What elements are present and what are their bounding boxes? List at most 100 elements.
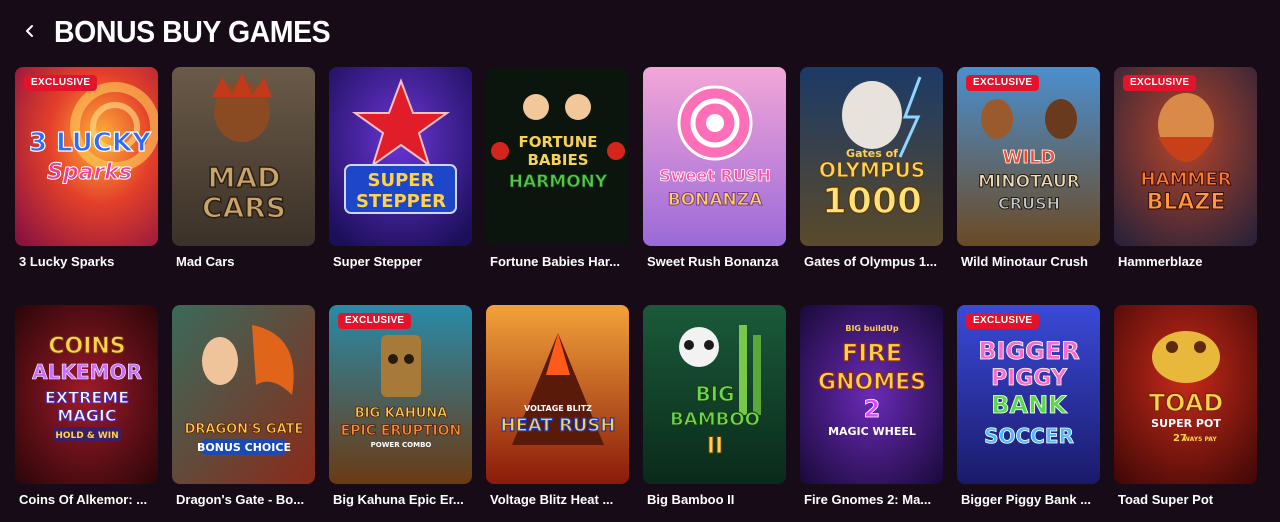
art-text: MINOTAUR <box>978 172 1080 192</box>
page-header: BONUS BUY GAMES <box>0 0 1280 64</box>
game-title[interactable]: Bigger Piggy Bank ... <box>957 492 1096 508</box>
game-tile-voltage-blitz[interactable]: VOLTAGE BLITZ HEAT RUSH Voltage Blitz He… <box>486 305 629 522</box>
game-tile-big-bamboo-ii[interactable]: BIG BAMBOO II Big Bamboo II <box>643 305 786 522</box>
game-thumbnail[interactable]: BIG BAMBOO II <box>643 305 786 484</box>
art-text: GNOMES <box>818 370 926 395</box>
game-tile-super-stepper[interactable]: SUPER STEPPER Super Stepper <box>329 67 472 305</box>
exclusive-badge: EXCLUSIVE <box>1123 75 1197 91</box>
game-thumbnail[interactable]: Gates of OLYMPUS 1000 <box>800 67 943 246</box>
game-thumbnail[interactable]: BIG KAHUNA EPIC ERUPTION POWER COMBO EXC… <box>329 305 472 484</box>
game-title[interactable]: Fire Gnomes 2: Ma... <box>800 492 939 508</box>
game-thumbnail[interactable]: SUPER STEPPER <box>329 67 472 246</box>
game-title[interactable]: Voltage Blitz Heat ... <box>486 492 625 508</box>
game-thumbnail[interactable]: FORTUNE BABIES HARMONY <box>486 67 629 246</box>
art-text: SUPER POT <box>1151 417 1221 430</box>
game-title[interactable]: Dragon's Gate - Bo... <box>172 492 311 508</box>
game-thumbnail[interactable]: 3 LUCKY Sparks EXCLUSIVE <box>15 67 158 246</box>
art-text: MAD <box>208 161 281 194</box>
art-text: BLAZE <box>1147 190 1226 215</box>
back-button[interactable] <box>16 17 44 45</box>
art-text: BIG <box>695 382 734 406</box>
art-text: BONANZA <box>668 190 763 210</box>
art-text: HOLD & WIN <box>55 431 118 441</box>
art-text: COINS <box>48 334 125 359</box>
art-text: MAGIC <box>57 406 116 425</box>
art-text: PIGGY <box>991 366 1068 391</box>
game-tile-fire-gnomes-2[interactable]: BIG buildUp FIRE GNOMES 2 MAGIC WHEEL Fi… <box>800 305 943 522</box>
art-text: EPIC ERUPTION <box>341 423 462 439</box>
art-text: FORTUNE <box>518 133 597 151</box>
art-text: DRAGON'S GATE <box>185 422 304 437</box>
game-thumbnail[interactable]: BIG buildUp FIRE GNOMES 2 MAGIC WHEEL <box>800 305 943 484</box>
game-thumbnail[interactable]: WILD MINOTAUR CRUSH EXCLUSIVE <box>957 67 1100 246</box>
game-thumbnail[interactable]: HAMMER BLAZE EXCLUSIVE <box>1114 67 1257 246</box>
game-tile-big-kahuna[interactable]: BIG KAHUNA EPIC ERUPTION POWER COMBO EXC… <box>329 305 472 522</box>
exclusive-badge: EXCLUSIVE <box>966 313 1040 329</box>
art-text: ALKEMOR <box>32 360 142 384</box>
art-text: BANK <box>991 391 1068 419</box>
art-text: BIG buildUp <box>845 324 899 333</box>
game-tile-dragons-gate[interactable]: DRAGON'S GATE BONUS CHOICE Dragon's Gate… <box>172 305 315 522</box>
art-text: Sparks <box>47 160 132 185</box>
art-text: HARMONY <box>509 172 608 192</box>
art-text: HEAT RUSH <box>501 415 616 436</box>
art-text: SUPER <box>368 170 435 191</box>
game-title[interactable]: Toad Super Pot <box>1114 492 1253 508</box>
game-tile-sweet-rush-bonanza[interactable]: Sweet RUSH BONANZA Sweet Rush Bonanza <box>643 67 786 305</box>
art-text: BIGGER <box>978 337 1080 365</box>
game-title[interactable]: Wild Minotaur Crush <box>957 254 1096 270</box>
art-text: 1000 <box>822 181 922 222</box>
art-text: TOAD <box>1149 389 1224 417</box>
art-text: BIG KAHUNA <box>355 406 447 421</box>
game-title[interactable]: Sweet Rush Bonanza <box>643 254 782 270</box>
art-text: STEPPER <box>356 191 446 212</box>
game-tile-wild-minotaur-crush[interactable]: WILD MINOTAUR CRUSH EXCLUSIVE Wild Minot… <box>957 67 1100 305</box>
art-text: POWER COMBO <box>371 441 432 449</box>
game-title[interactable]: Hammerblaze <box>1114 254 1253 270</box>
art-text: BABIES <box>527 151 588 169</box>
game-title[interactable]: Coins Of Alkemor: ... <box>15 492 154 508</box>
art-text: 2 <box>864 395 881 423</box>
art-text: SOCCER <box>984 424 1074 448</box>
game-title[interactable]: Super Stepper <box>329 254 468 270</box>
art-text: FIRE <box>842 339 902 367</box>
game-title[interactable]: 3 Lucky Sparks <box>15 254 154 270</box>
game-thumbnail[interactable]: TOAD SUPER POT 27 WAYS PAY <box>1114 305 1257 484</box>
game-title[interactable]: Fortune Babies Har... <box>486 254 625 270</box>
art-text: WAYS PAY <box>1183 436 1217 443</box>
exclusive-badge: EXCLUSIVE <box>966 75 1040 91</box>
game-title[interactable]: Big Bamboo II <box>643 492 782 508</box>
art-text: Sweet RUSH <box>659 166 770 185</box>
art-title: 3 LUCKY <box>29 128 152 158</box>
art-text: II <box>707 434 723 459</box>
art-text: CRUSH <box>998 194 1060 213</box>
chevron-left-icon <box>26 25 33 37</box>
game-tile-mad-cars[interactable]: MAD CARS Mad Cars <box>172 67 315 305</box>
exclusive-badge: EXCLUSIVE <box>338 313 412 329</box>
game-title[interactable]: Mad Cars <box>172 254 311 270</box>
game-tile-toad-super-pot[interactable]: TOAD SUPER POT 27 WAYS PAY Toad Super Po… <box>1114 305 1257 522</box>
bonus-buy-page: BONUS BUY GAMES 3 LUCKY Sparks EXCLUSIVE… <box>0 0 1280 522</box>
game-title[interactable]: Big Kahuna Epic Er... <box>329 492 468 508</box>
game-thumbnail[interactable]: MAD CARS <box>172 67 315 246</box>
game-thumbnail[interactable]: COINS ALKEMOR EXTREME MAGIC HOLD & WIN <box>15 305 158 484</box>
art-text: MAGIC WHEEL <box>828 425 916 438</box>
art-text: EXTREME <box>45 388 129 407</box>
page-title: BONUS BUY GAMES <box>54 14 331 49</box>
game-tile-3-lucky-sparks[interactable]: 3 LUCKY Sparks EXCLUSIVE 3 Lucky Sparks <box>15 67 158 305</box>
exclusive-badge: EXCLUSIVE <box>24 75 98 91</box>
game-tile-fortune-babies[interactable]: FORTUNE BABIES HARMONY Fortune Babies Ha… <box>486 67 629 305</box>
game-thumbnail[interactable]: Sweet RUSH BONANZA <box>643 67 786 246</box>
game-tile-coins-of-alkemor[interactable]: COINS ALKEMOR EXTREME MAGIC HOLD & WIN C… <box>15 305 158 522</box>
game-thumbnail[interactable]: VOLTAGE BLITZ HEAT RUSH <box>486 305 629 484</box>
game-title[interactable]: Gates of Olympus 1... <box>800 254 939 270</box>
art-text: VOLTAGE BLITZ <box>524 404 592 413</box>
game-thumbnail[interactable]: DRAGON'S GATE BONUS CHOICE <box>172 305 315 484</box>
game-tile-bigger-piggy-bank[interactable]: BIGGER PIGGY BANK SOCCER EXCLUSIVE Bigge… <box>957 305 1100 522</box>
game-thumbnail[interactable]: BIGGER PIGGY BANK SOCCER EXCLUSIVE <box>957 305 1100 484</box>
art-text: HAMMER <box>1141 169 1232 190</box>
game-tile-hammerblaze[interactable]: HAMMER BLAZE EXCLUSIVE Hammerblaze <box>1114 67 1257 305</box>
art-text: OLYMPUS <box>819 158 925 182</box>
game-tile-gates-of-olympus[interactable]: Gates of OLYMPUS 1000 Gates of Olympus 1… <box>800 67 943 305</box>
art-text: WILD <box>1003 147 1056 168</box>
